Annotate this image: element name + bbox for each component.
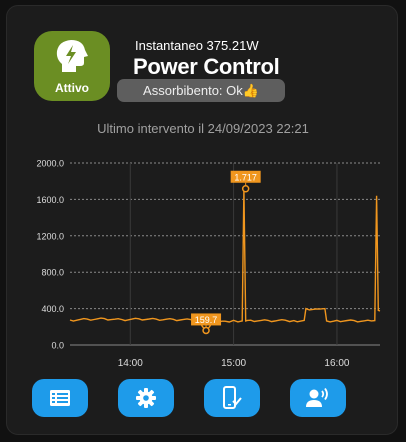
y-tick-label: 0.0 [51,341,64,351]
table-list-button[interactable] [32,379,88,417]
y-tick-label: 1600.0 [36,195,64,205]
y-tick-label: 800.0 [41,268,64,278]
annotation-label: 159.7 [195,315,218,325]
y-tick-label: 2000.0 [36,159,64,169]
x-tick-label: 16:00 [324,358,349,369]
phone-check-icon [223,386,242,409]
x-axis-ticks: 14:00 15:00 16:00 [118,358,350,369]
chart-grid [70,162,380,346]
table-list-icon [50,390,70,406]
x-tick-label: 14:00 [118,358,143,369]
device-check-button[interactable] [204,379,260,417]
settings-button[interactable] [118,379,174,417]
annotation-label: 1.717 [234,172,257,182]
y-tick-label: 1200.0 [36,231,64,241]
x-tick-label: 15:00 [221,358,246,369]
voice-user-button[interactable] [290,379,346,417]
y-axis-ticks: 0.0 400.0 800.0 1200.0 1600.0 2000.0 [36,159,64,351]
voice-user-icon [306,387,328,407]
power-chart: 0.0 400.0 800.0 1200.0 1600.0 2000.0 14:00 15:… [36,159,381,369]
power-series-line [69,188,381,332]
annotation-marker [241,185,250,193]
annotation-marker [202,326,210,335]
y-tick-label: 400.0 [41,304,64,314]
gear-icon [136,388,156,408]
